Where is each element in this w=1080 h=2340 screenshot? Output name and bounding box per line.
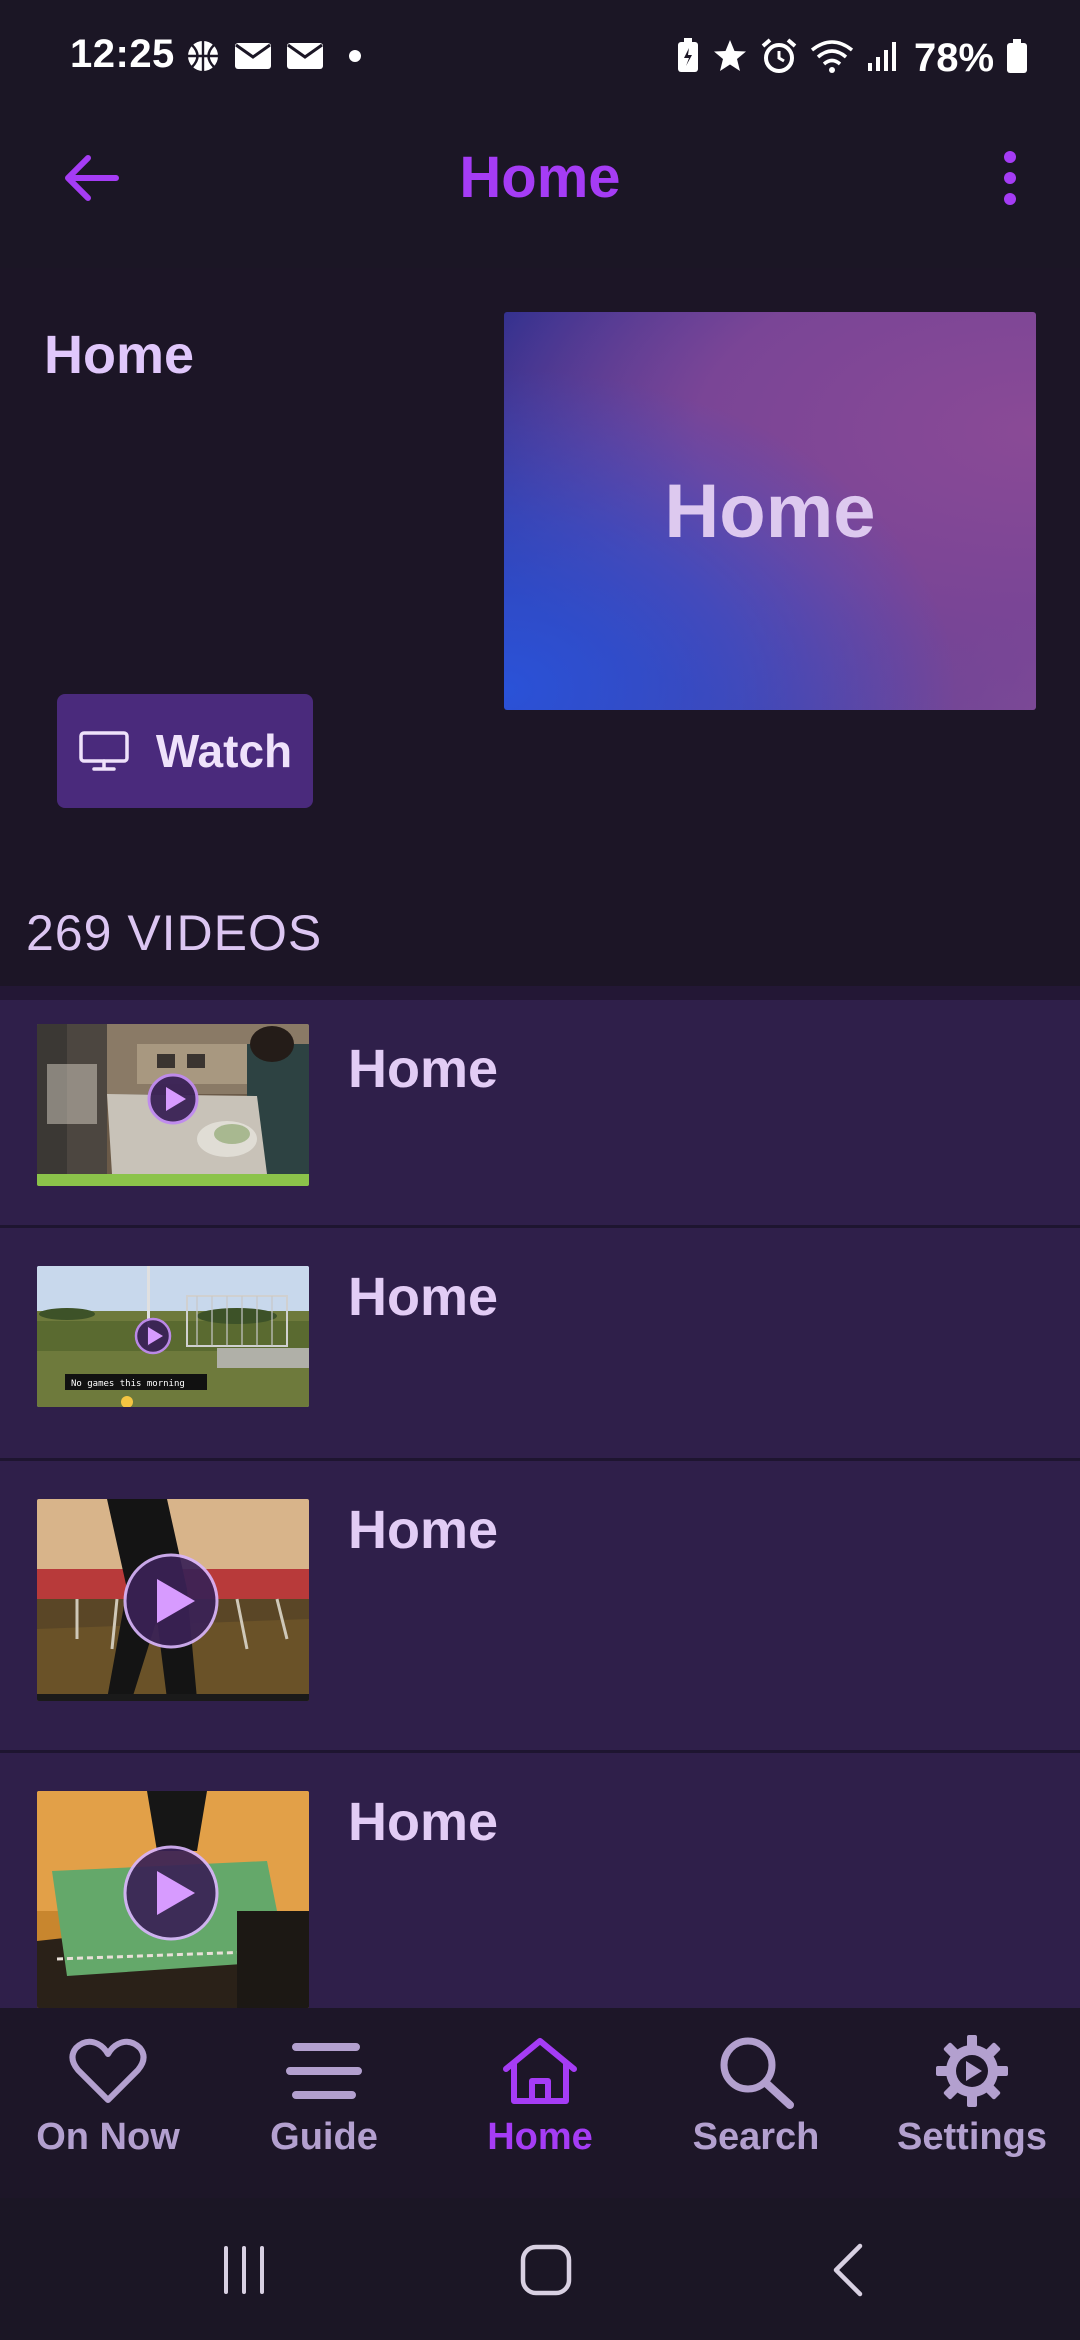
recent-apps-icon (224, 2246, 264, 2294)
home-icon (500, 2030, 580, 2112)
heart-icon (68, 2030, 148, 2112)
channel-name: Home (44, 325, 195, 385)
svg-text:No games this morning: No games this morning (71, 1379, 185, 1389)
video-title: Home (348, 1267, 499, 1327)
video-list-item[interactable]: Home (0, 1753, 1080, 2008)
more-options-button[interactable] (990, 140, 1030, 216)
battery-percentage: 78% (914, 35, 995, 80)
basketball-icon (186, 39, 220, 78)
battery-icon (1006, 38, 1028, 79)
wifi-icon (810, 38, 854, 79)
tv-icon (79, 731, 129, 771)
video-list-item[interactable]: Home (0, 1461, 1080, 1753)
status-system-icons: 78% (676, 36, 1028, 80)
video-title: Home (348, 1500, 499, 1560)
video-list[interactable]: Home No games this morning Home Home Hom… (0, 986, 1080, 2008)
app-bar (0, 118, 1080, 268)
video-list-item[interactable]: Home (0, 1000, 1080, 1228)
mail-icon (234, 41, 272, 76)
video-thumbnail (37, 1791, 309, 2008)
status-notification-icons (186, 38, 362, 78)
video-title: Home (348, 1792, 499, 1852)
back-button[interactable] (52, 140, 128, 216)
arrow-left-icon (65, 155, 119, 201)
nav-label: Home (487, 2116, 593, 2158)
video-list-item[interactable]: No games this morning Home (0, 1228, 1080, 1461)
hero-image-text: Home (664, 468, 876, 554)
status-time: 12:25 (70, 32, 175, 76)
nav-label: Settings (897, 2116, 1047, 2158)
video-thumbnail (37, 1499, 309, 1701)
gear-icon (932, 2030, 1012, 2112)
video-thumbnail (37, 1024, 309, 1186)
dot-icon (348, 49, 362, 68)
watch-button[interactable]: Watch (57, 694, 313, 808)
nav-item-home[interactable]: Home (432, 2030, 648, 2180)
star-icon (712, 38, 748, 79)
nav-item-guide[interactable]: Guide (216, 2030, 432, 2180)
battery-saver-icon (676, 37, 700, 79)
mail-icon (286, 41, 324, 76)
menu-icon (284, 2030, 364, 2112)
nav-label: On Now (36, 2116, 180, 2158)
nav-item-on-now[interactable]: On Now (0, 2030, 216, 2180)
nav-item-search[interactable]: Search (648, 2030, 864, 2180)
signal-icon (866, 39, 902, 78)
recent-apps-button[interactable] (184, 2230, 304, 2310)
nav-label: Search (692, 2116, 820, 2158)
search-icon (716, 2030, 796, 2112)
video-title: Home (348, 1039, 499, 1099)
alarm-icon (760, 37, 798, 80)
more-vertical-icon (1004, 151, 1016, 205)
video-count: 269 VIDEOS (26, 905, 323, 961)
home-system-button[interactable] (486, 2230, 606, 2310)
video-thumbnail: No games this morning (37, 1266, 309, 1407)
channel-hero-image: Home (504, 312, 1036, 710)
chevron-left-icon (833, 2243, 863, 2297)
back-system-button[interactable] (790, 2230, 910, 2310)
home-square-icon (520, 2244, 572, 2296)
nav-item-settings[interactable]: Settings (864, 2030, 1080, 2180)
watch-button-label: Watch (155, 725, 293, 777)
nav-label: Guide (270, 2116, 378, 2158)
list-divider (0, 986, 1080, 1000)
